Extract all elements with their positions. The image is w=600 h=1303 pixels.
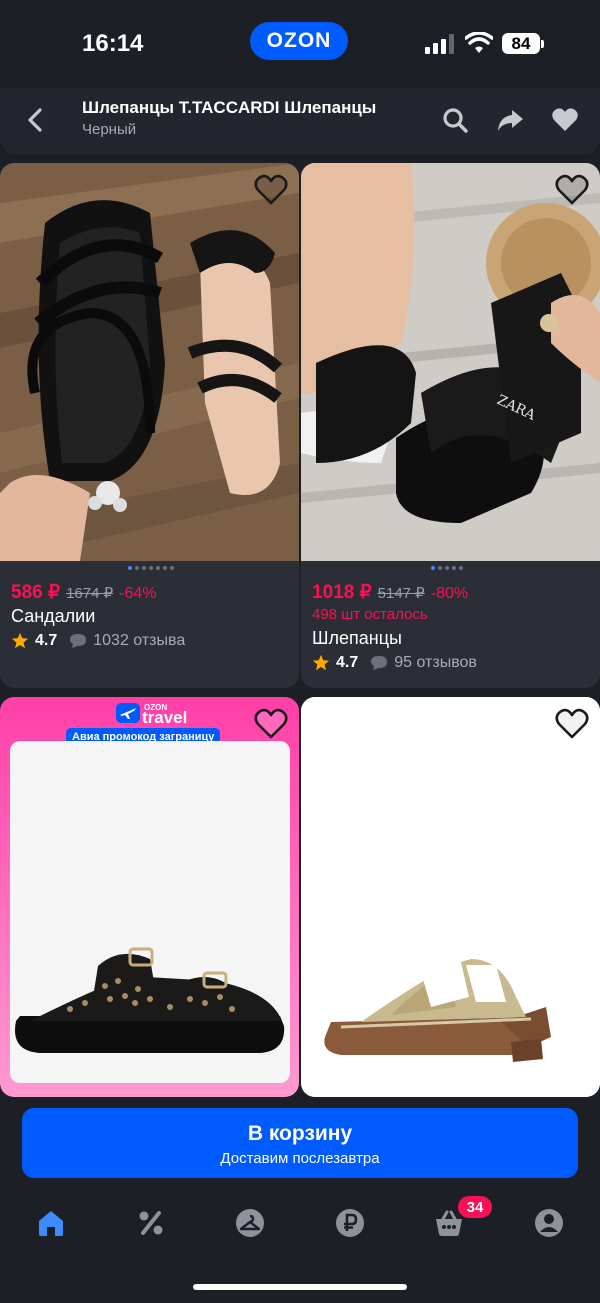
favorite-heart-icon[interactable] [555,174,589,206]
back-icon[interactable] [22,106,50,134]
comment-icon [371,656,388,670]
price-row: 1018 ₽ 5147 ₽ -80% [312,581,468,604]
ruble-icon[interactable] [335,1208,365,1238]
plane-icon [116,703,140,723]
star-icon [11,632,29,649]
product-image[interactable]: ZARA [301,163,600,561]
battery-nub [541,40,544,48]
profile-icon[interactable] [534,1208,564,1238]
current-price: 1018 ₽ [312,582,372,603]
old-price: 5147 ₽ [377,585,425,602]
home-indicator[interactable] [193,1284,407,1290]
page-title: Шлепанцы T.TACCARDI Шлепанцы [82,98,377,117]
discount: -80% [430,585,469,602]
product-name: Шлепанцы [312,628,402,648]
review-count: 1032 отзыва [93,632,186,649]
stock-left: 498 шт осталось [312,606,428,623]
favorite-heart-icon[interactable] [555,708,589,740]
status-time: 16:14 [82,30,144,57]
favorite-heart-icon[interactable] [254,708,288,740]
product-image[interactable] [0,163,299,561]
current-price: 586 ₽ [11,582,61,603]
review-count: 95 отзывов [394,654,477,671]
product-card[interactable]: ZARA 1018 ₽ 5147 ₽ -80% 498 шт осталось Шл… [301,163,600,688]
cart-button-label: В корзину [247,1122,353,1145]
image-pagination [128,566,174,570]
percent-icon[interactable] [136,1208,166,1238]
signal-icon [425,34,454,54]
share-icon[interactable] [496,106,524,134]
product-card[interactable] [301,697,600,1097]
status-bar: 16:14 OZON 84 [0,0,600,88]
product-image[interactable] [10,741,290,1083]
price-row: 586 ₽ 1674 ₽ -64% [11,581,157,604]
product-image-frame [10,741,290,1083]
image-pagination [431,566,463,570]
cart-badge: 34 [458,1196,492,1218]
favorite-icon[interactable] [551,106,579,134]
rating-row: 4.7 1032 отзыва [11,632,185,650]
product-name: Сандалии [11,606,96,626]
rating-value: 4.7 [336,654,359,671]
discount: -64% [119,585,157,602]
wifi-icon [465,32,493,53]
battery-indicator: 84 [502,33,540,54]
product-card[interactable]: 586 ₽ 1674 ₽ -64% Сандалии 4.7 1032 отзыва [0,163,299,688]
rating-row: 4.7 95 отзывов [312,654,477,672]
favorite-heart-icon[interactable] [254,174,288,206]
search-icon[interactable] [441,106,469,134]
product-image[interactable] [301,697,600,1097]
product-card[interactable]: OZON travel Авиа промокод заграницу [0,697,299,1097]
home-icon[interactable] [36,1208,66,1238]
cart-button-sublabel: Доставим послезавтра [220,1150,380,1167]
comment-icon [70,634,87,648]
old-price: 1674 ₽ [66,585,114,602]
rating-value: 4.7 [35,632,58,649]
promo-brand: travel [142,708,188,727]
add-to-cart-button[interactable]: В корзину Доставим послезавтра [22,1108,578,1178]
ozon-badge: OZON [250,22,348,60]
product-header: Шлепанцы T.TACCARDI Шлепанцы Черный [0,88,600,154]
hanger-icon[interactable] [235,1208,265,1238]
page-subtitle: Черный [82,121,137,138]
star-icon [312,654,330,671]
